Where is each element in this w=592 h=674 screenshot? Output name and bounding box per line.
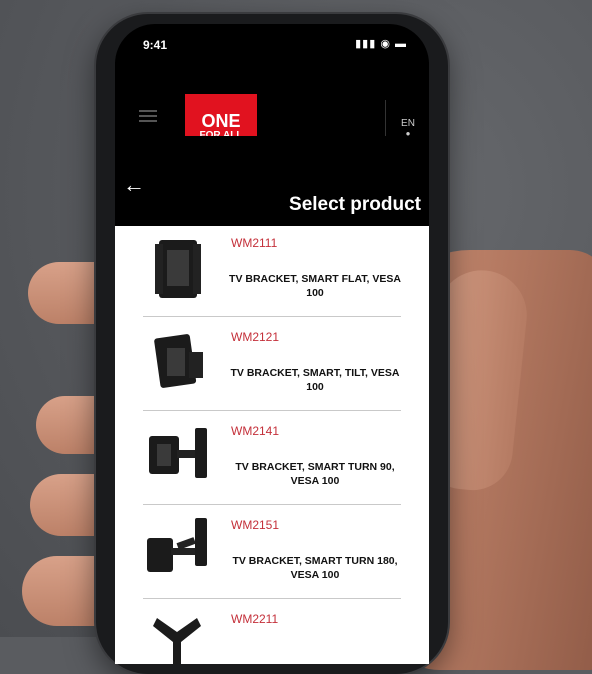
product-code: WM2141 — [231, 424, 280, 438]
product-item[interactable]: WM2111 TV BRACKET, SMART FLAT, VESA 100 — [143, 226, 401, 317]
product-code: WM2151 — [231, 518, 280, 532]
product-description: TV BRACKET, SMART TURN 90, VESA 100 — [235, 461, 395, 487]
product-code: WM2111 — [231, 236, 278, 250]
product-list: WM2111 TV BRACKET, SMART FLAT, VESA 100 … — [115, 226, 429, 664]
product-code: WM2121 — [231, 330, 280, 344]
phone-notch — [187, 24, 357, 52]
hamburger-menu-icon[interactable] — [139, 110, 157, 122]
turn-bracket-icon — [149, 428, 207, 478]
status-time: 9:41 — [143, 38, 168, 52]
flat-bracket-icon — [155, 240, 201, 298]
product-description: TV BRACKET, SMART TURN 180, VESA 100 — [232, 555, 398, 581]
product-code: WM2211 — [231, 612, 279, 626]
bracket-icon — [153, 618, 201, 664]
tilt-bracket-icon — [154, 334, 203, 388]
title-bar: ← Select product — [115, 136, 429, 224]
app-header: ONE FOR ALL EN ● — [115, 62, 429, 172]
product-item[interactable]: WM2151 TV BRACKET, SMART TURN 180, VESA … — [143, 508, 401, 599]
page-title: Select product — [289, 194, 421, 215]
product-description: TV BRACKET, SMART, TILT, VESA 100 — [230, 367, 400, 393]
product-item[interactable]: WM2211 — [143, 602, 401, 664]
product-item[interactable]: WM2121 TV BRACKET, SMART, TILT, VESA 100 — [143, 320, 401, 411]
phone-screen: 9:41 ▮▮▮ ◉ ▬ ONE FOR ALL EN ● ← Select p… — [115, 24, 429, 664]
back-arrow-icon[interactable]: ← — [123, 172, 145, 198]
status-icons: ▮▮▮ ◉ ▬ — [355, 38, 407, 50]
product-item[interactable]: WM2141 TV BRACKET, SMART TURN 90, VESA 1… — [143, 414, 401, 505]
language-label: EN — [401, 118, 415, 129]
turn180-bracket-icon — [147, 518, 207, 572]
product-description: TV BRACKET, SMART FLAT, VESA 100 — [229, 273, 401, 299]
logo-text-top: ONE — [201, 111, 241, 131]
